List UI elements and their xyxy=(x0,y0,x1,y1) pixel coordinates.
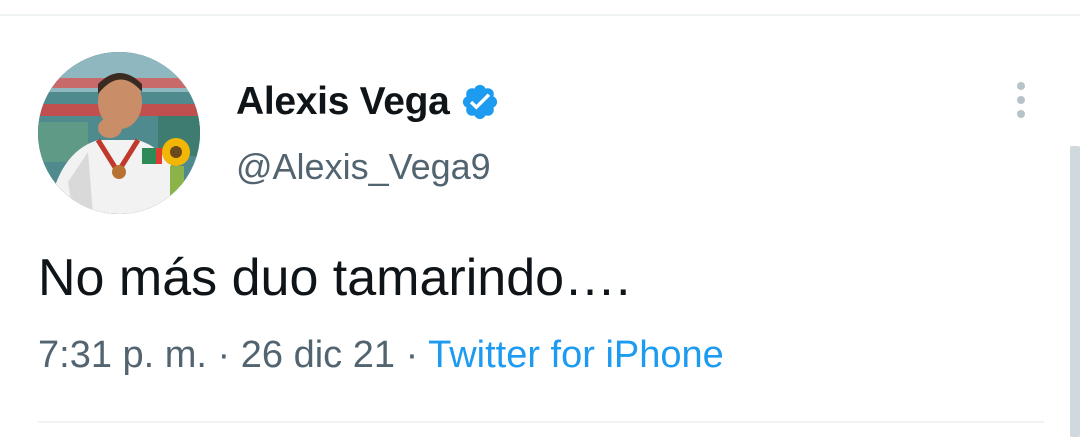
profile-photo-icon xyxy=(38,52,200,214)
more-vertical-icon xyxy=(1017,82,1025,90)
author-handle[interactable]: @Alexis_Vega9 xyxy=(236,146,491,188)
more-dot xyxy=(1017,96,1025,104)
tweet-text: No más duo tamarindo…. xyxy=(38,249,631,307)
top-divider xyxy=(0,14,1080,16)
author-display-name[interactable]: Alexis Vega xyxy=(236,80,450,124)
meta-separator: · xyxy=(217,334,231,376)
scrollbar[interactable] xyxy=(1070,146,1080,437)
avatar[interactable] xyxy=(38,52,200,214)
meta-separator: · xyxy=(405,334,419,376)
tweet-date[interactable]: 26 dic 21 xyxy=(241,334,395,376)
author-name-row: Alexis Vega xyxy=(236,78,500,126)
bottom-divider xyxy=(38,421,1044,423)
tweet-metadata: 7:31 p. m. · 26 dic 21 · Twitter for iPh… xyxy=(38,334,724,377)
verified-badge-icon xyxy=(460,82,500,122)
more-options-button[interactable] xyxy=(1006,80,1036,120)
tweet-time[interactable]: 7:31 p. m. xyxy=(38,334,207,376)
more-dot xyxy=(1017,110,1025,118)
tweet-source-link[interactable]: Twitter for iPhone xyxy=(428,334,724,376)
